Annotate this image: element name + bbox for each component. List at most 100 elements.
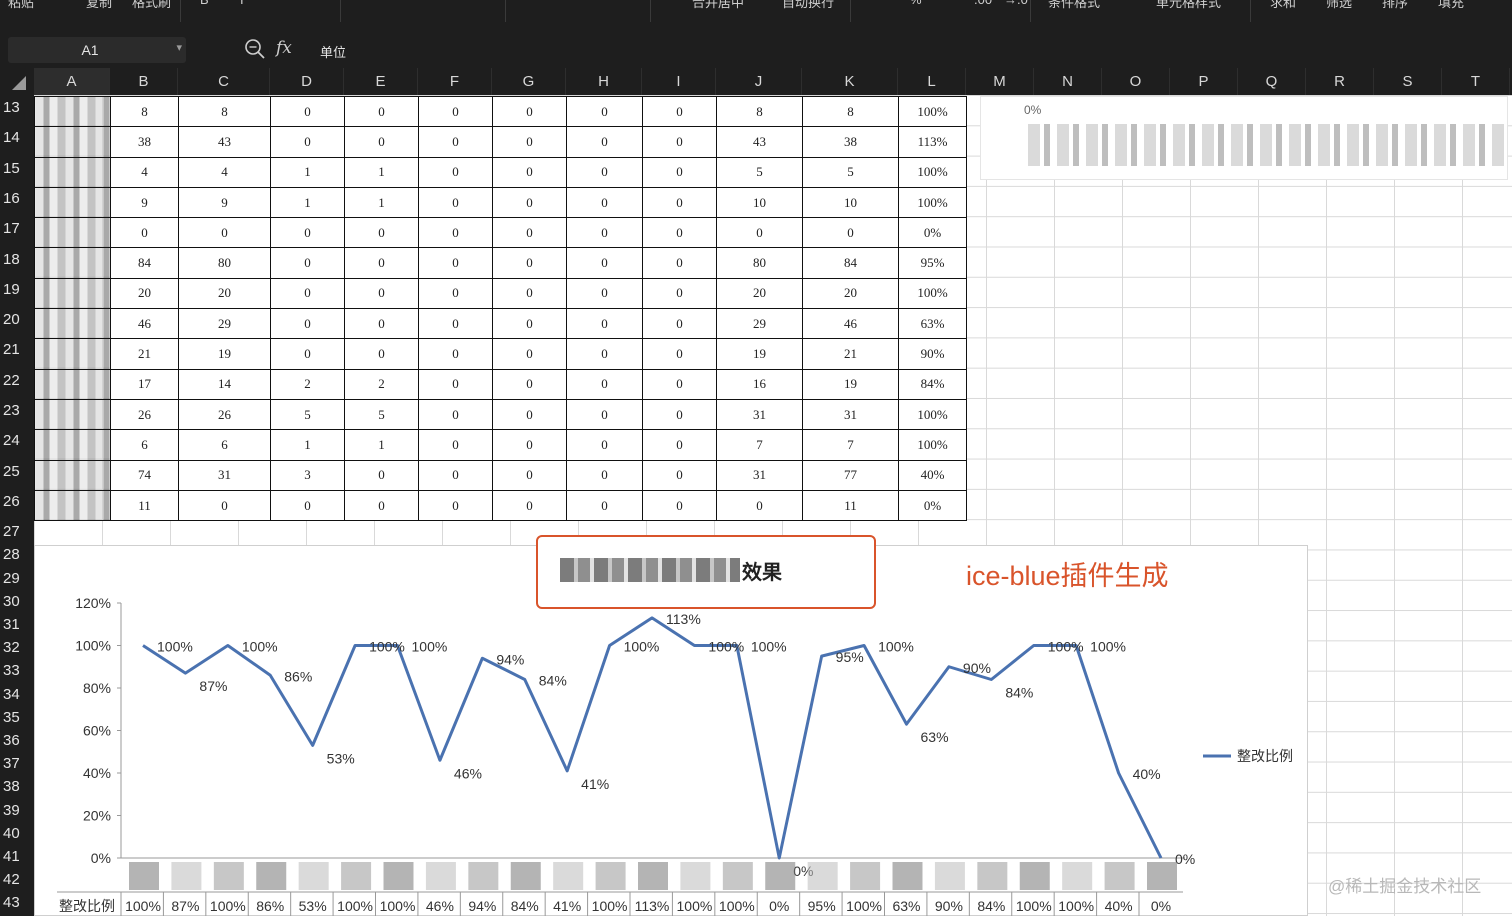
column-header-E[interactable]: E <box>344 68 418 95</box>
table-cell[interactable]: 0 <box>270 338 345 370</box>
table-cell[interactable]: 0 <box>418 368 493 400</box>
table-cell[interactable]: 43 <box>716 126 803 158</box>
table-cell[interactable]: 9 <box>178 186 271 219</box>
table-cell[interactable]: 0 <box>418 398 493 431</box>
toolbar-item[interactable]: 粘贴 <box>8 0 34 11</box>
row-header-31[interactable]: 31 <box>0 616 34 633</box>
table-cell[interactable]: 84 <box>802 247 899 279</box>
toolbar-item[interactable]: 填充 <box>1438 0 1464 11</box>
table-cell[interactable]: 0 <box>418 489 493 522</box>
table-cell[interactable]: 0 <box>802 217 899 249</box>
table-cell[interactable]: 100% <box>898 429 967 461</box>
table-cell[interactable]: 0 <box>418 459 493 491</box>
redacted-cell[interactable] <box>34 489 111 522</box>
table-cell[interactable]: 8 <box>716 95 803 128</box>
table-cell[interactable]: 0 <box>642 247 717 279</box>
table-cell[interactable]: 1 <box>270 186 345 219</box>
decimal-decrease-button[interactable]: →.0 <box>1004 0 1028 7</box>
redacted-cell[interactable] <box>34 217 111 249</box>
row-header-39[interactable]: 39 <box>0 802 34 819</box>
toolbar-item[interactable]: 排序 <box>1382 0 1408 11</box>
table-cell[interactable]: 0 <box>492 95 567 128</box>
row-header-26[interactable]: 26 <box>0 493 34 510</box>
toolbar-item[interactable]: 合并居中 <box>692 0 744 11</box>
table-cell[interactable]: 0 <box>566 156 643 188</box>
italic-button[interactable]: I <box>240 0 244 7</box>
table-cell[interactable]: 0% <box>898 489 967 522</box>
redacted-cell[interactable] <box>34 156 111 188</box>
table-cell[interactable]: 38 <box>110 126 179 158</box>
name-box[interactable]: A1 ▾ <box>8 37 186 63</box>
table-cell[interactable]: 16 <box>716 368 803 400</box>
row-header-22[interactable]: 22 <box>0 372 34 389</box>
table-cell[interactable]: 0 <box>642 217 717 249</box>
table-cell[interactable]: 20 <box>716 277 803 310</box>
table-cell[interactable]: 77 <box>802 459 899 491</box>
redacted-cell[interactable] <box>34 277 111 310</box>
table-cell[interactable]: 9 <box>110 186 179 219</box>
redacted-cell[interactable] <box>34 429 111 461</box>
table-cell[interactable]: 20 <box>110 277 179 310</box>
row-header-42[interactable]: 42 <box>0 871 34 888</box>
table-cell[interactable]: 80 <box>716 247 803 279</box>
table-cell[interactable]: 95% <box>898 247 967 279</box>
row-header-19[interactable]: 19 <box>0 281 34 298</box>
redacted-cell[interactable] <box>34 398 111 431</box>
redacted-cell[interactable] <box>34 368 111 400</box>
table-cell[interactable]: 19 <box>178 338 271 370</box>
column-header-A[interactable]: A <box>34 68 110 95</box>
table-cell[interactable]: 1 <box>344 156 419 188</box>
redacted-cell[interactable] <box>34 338 111 370</box>
table-cell[interactable]: 0 <box>642 95 717 128</box>
row-header-17[interactable]: 17 <box>0 220 34 237</box>
table-cell[interactable]: 0 <box>344 247 419 279</box>
formula-content[interactable]: 单位 <box>320 42 346 61</box>
table-cell[interactable]: 14 <box>178 368 271 400</box>
column-header-S[interactable]: S <box>1374 68 1442 95</box>
table-cell[interactable]: 5 <box>344 398 419 431</box>
table-cell[interactable]: 0 <box>566 368 643 400</box>
table-cell[interactable]: 100% <box>898 277 967 310</box>
row-header-13[interactable]: 13 <box>0 99 34 116</box>
table-cell[interactable]: 10 <box>716 186 803 219</box>
table-cell[interactable]: 0 <box>642 156 717 188</box>
toolbar-item[interactable]: 筛选 <box>1326 0 1352 11</box>
table-cell[interactable]: 17 <box>110 368 179 400</box>
table-cell[interactable]: 1 <box>270 156 345 188</box>
toolbar-item[interactable]: 条件格式 <box>1048 0 1100 11</box>
table-cell[interactable]: 11 <box>802 489 899 522</box>
table-cell[interactable]: 74 <box>110 459 179 491</box>
column-header-G[interactable]: G <box>492 68 566 95</box>
table-cell[interactable]: 100% <box>898 186 967 219</box>
table-cell[interactable]: 0 <box>642 489 717 522</box>
table-cell[interactable]: 0 <box>566 217 643 249</box>
table-cell[interactable]: 0 <box>418 186 493 219</box>
column-header-N[interactable]: N <box>1034 68 1102 95</box>
table-cell[interactable]: 3 <box>270 459 345 491</box>
table-cell[interactable]: 46 <box>802 308 899 340</box>
redacted-cell[interactable] <box>34 308 111 340</box>
table-cell[interactable]: 29 <box>178 308 271 340</box>
row-header-20[interactable]: 20 <box>0 311 34 328</box>
table-cell[interactable]: 0 <box>418 277 493 310</box>
column-header-T[interactable]: T <box>1442 68 1510 95</box>
table-cell[interactable]: 0 <box>344 95 419 128</box>
table-cell[interactable]: 21 <box>110 338 179 370</box>
column-header-P[interactable]: P <box>1170 68 1238 95</box>
column-header-R[interactable]: R <box>1306 68 1374 95</box>
table-cell[interactable]: 0 <box>270 126 345 158</box>
row-header-25[interactable]: 25 <box>0 463 34 480</box>
table-cell[interactable]: 0 <box>492 217 567 249</box>
row-header-23[interactable]: 23 <box>0 402 34 419</box>
table-cell[interactable]: 0 <box>642 126 717 158</box>
toolbar-item[interactable]: 单元格样式 <box>1156 0 1221 11</box>
table-cell[interactable]: 0 <box>344 459 419 491</box>
table-cell[interactable]: 43 <box>178 126 271 158</box>
chevron-down-icon[interactable]: ▾ <box>176 41 182 54</box>
row-header-16[interactable]: 16 <box>0 190 34 207</box>
toolbar-item[interactable]: 复制 <box>86 0 112 11</box>
table-cell[interactable]: 0 <box>418 156 493 188</box>
table-cell[interactable]: 0 <box>566 489 643 522</box>
table-cell[interactable]: 5 <box>716 156 803 188</box>
column-header-D[interactable]: D <box>270 68 344 95</box>
